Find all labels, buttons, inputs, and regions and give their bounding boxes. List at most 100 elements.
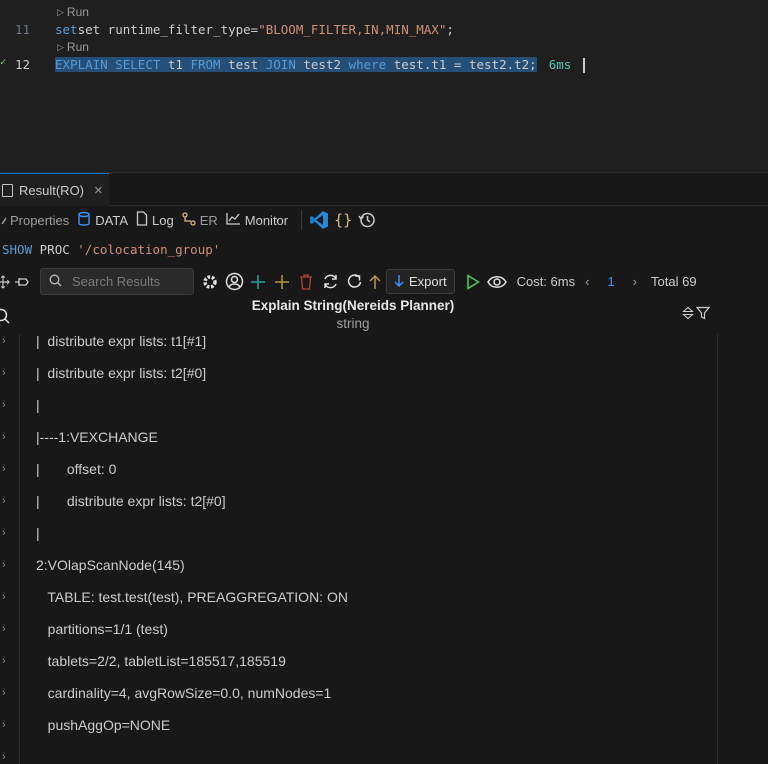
current-query-bar: SHOW PROC '/colocation_group' <box>0 234 768 264</box>
tab-monitor[interactable]: Monitor <box>226 212 288 228</box>
chevron-right-icon[interactable]: › <box>2 495 12 507</box>
chevron-right-icon[interactable]: › <box>2 719 12 731</box>
result-grid: › | distribute expr lists: t1[#1] › | dist… <box>0 333 768 764</box>
table-row[interactable]: › | distribute expr lists: t2[#0] <box>0 485 717 517</box>
code-keyword: SELECT <box>115 57 161 72</box>
table-cell[interactable]: | distribute expr lists: t2[#0] <box>36 365 206 381</box>
chevron-left-icon[interactable]: ‹ <box>585 274 589 289</box>
run-icon[interactable] <box>461 270 485 294</box>
table-row[interactable]: › 2:VOlapScanNode(145) <box>0 549 717 581</box>
chevron-right-icon[interactable]: › <box>2 431 12 443</box>
chevron-right-icon[interactable]: › <box>633 274 637 289</box>
chevron-right-icon[interactable]: › <box>2 463 12 475</box>
table-row[interactable]: › partitions=1/1 (test) <box>0 613 717 645</box>
upload-icon[interactable] <box>366 270 384 294</box>
chevron-right-icon[interactable]: › <box>2 367 12 379</box>
run-codelens-11[interactable]: ▷ Run <box>57 5 89 19</box>
result-panel: Result(RO) × Properties DATA Log ER Moni… <box>0 172 768 764</box>
refresh-icon[interactable] <box>318 270 342 294</box>
table-row[interactable]: › cardinality=4, avgRowSize=0.0, numNode… <box>0 677 717 709</box>
braces-icon[interactable]: {} <box>331 208 355 232</box>
code-keyword: where <box>348 57 387 72</box>
run-codelens-12[interactable]: ▷ Run <box>57 40 89 54</box>
eye-icon[interactable] <box>485 270 509 294</box>
chevron-right-icon[interactable]: › <box>2 623 12 635</box>
properties-icon <box>0 212 6 229</box>
filter-icon[interactable] <box>695 306 711 325</box>
query-cost: Cost: 6ms <box>516 274 576 289</box>
log-label: Log <box>152 212 174 228</box>
table-row[interactable]: › | <box>0 517 717 549</box>
table-cell[interactable]: 2:VOlapScanNode(145) <box>36 557 185 573</box>
code-text: test <box>220 57 266 72</box>
code-line-12[interactable]: EXPLAIN SELECT t1 FROM test JOIN test2 w… <box>55 57 586 73</box>
table-cell[interactable]: partitions=1/1 (test) <box>36 621 168 637</box>
close-icon[interactable]: × <box>94 182 103 199</box>
line-number: 12 <box>14 57 30 72</box>
column-title[interactable]: Explain String(Nereids Planner) <box>0 298 706 313</box>
table-row[interactable]: › | distribute expr lists: t2[#0] <box>0 357 717 389</box>
table-cell[interactable]: tablets=2/2, tabletList=185517,185519 <box>36 653 286 669</box>
query-keyword: PROC <box>39 241 70 257</box>
export-button[interactable]: Export <box>386 269 455 294</box>
code-keyword: FROM <box>190 57 221 72</box>
pin-icon[interactable] <box>10 270 34 294</box>
column-divider <box>717 334 718 764</box>
table-row[interactable]: › TABLE: test.test(test), PREAGGREGATION… <box>0 581 717 613</box>
chevron-right-icon[interactable]: › <box>2 655 12 667</box>
chevron-right-icon[interactable]: › <box>2 751 12 763</box>
table-cell[interactable]: | <box>36 397 40 413</box>
tab-er[interactable]: ER <box>182 211 218 229</box>
table-row[interactable]: › | distribute expr lists: t1[#1] <box>0 325 717 357</box>
move-icon[interactable] <box>0 270 10 294</box>
chevron-right-icon[interactable]: › <box>2 527 12 539</box>
divider <box>301 210 303 230</box>
code-string: "BLOOM_FILTER,IN,MIN_MAX" <box>258 22 447 37</box>
chevron-right-icon[interactable]: › <box>2 335 12 347</box>
reload-icon[interactable] <box>342 270 366 294</box>
table-row[interactable]: › pushAggOp=NONE <box>0 709 717 741</box>
table-cell[interactable]: | distribute expr lists: t2[#0] <box>36 493 226 509</box>
search-results-box[interactable] <box>40 268 194 295</box>
code-line-11[interactable]: setset runtime_filter_type="BLOOM_FILTER… <box>55 22 454 37</box>
chevron-right-icon[interactable]: › <box>2 687 12 699</box>
table-row[interactable]: › tablets=2/2, tabletList=185517,185519 <box>0 645 717 677</box>
tab-properties[interactable]: Properties <box>0 212 69 229</box>
set-keyword: set <box>55 22 78 37</box>
table-cell[interactable]: cardinality=4, avgRowSize=0.0, numNodes=… <box>36 685 332 701</box>
table-cell[interactable]: pushAggOp=NONE <box>36 717 171 733</box>
search-input[interactable] <box>72 274 182 289</box>
sort-icon[interactable] <box>682 306 694 325</box>
chevron-right-icon[interactable]: › <box>2 559 12 571</box>
table-cell[interactable]: TABLE: test.test(test), PREAGGREGATION: … <box>36 589 348 605</box>
user-icon[interactable] <box>222 270 246 294</box>
table-row[interactable]: › |----1:VEXCHANGE <box>0 421 717 453</box>
code-editor[interactable]: ▷ Run 11 setset runtime_filter_type="BLO… <box>0 0 768 172</box>
vscode-icon[interactable] <box>307 208 331 232</box>
tab-result[interactable]: Result(RO) × <box>0 173 109 206</box>
table-row[interactable]: › | <box>0 389 717 421</box>
add-row-icon[interactable] <box>270 270 294 294</box>
line-number: 11 <box>14 22 30 37</box>
code-text: ; <box>446 22 454 37</box>
chevron-right-icon[interactable]: › <box>2 591 12 603</box>
table-row[interactable]: › | offset: 0 <box>0 453 717 485</box>
add-icon[interactable] <box>246 270 270 294</box>
table-cell[interactable]: | <box>36 525 40 541</box>
chevron-right-icon[interactable]: › <box>2 399 12 411</box>
download-icon <box>394 274 404 290</box>
table-cell[interactable]: | offset: 0 <box>36 461 116 477</box>
table-cell[interactable]: | distribute expr lists: t1[#1] <box>36 333 206 349</box>
history-icon[interactable] <box>355 208 379 232</box>
table-row[interactable]: › <box>0 741 717 764</box>
tab-data[interactable]: DATA <box>77 211 128 230</box>
er-label: ER <box>199 212 218 228</box>
gear-icon[interactable] <box>198 270 222 294</box>
table-cell[interactable]: |----1:VEXCHANGE <box>36 429 158 445</box>
tab-log[interactable]: Log <box>136 211 174 229</box>
file-icon <box>2 183 13 197</box>
delete-icon[interactable] <box>294 270 318 294</box>
code-keyword: JOIN <box>265 57 296 72</box>
export-label: Export <box>409 274 447 289</box>
page-number[interactable]: 1 <box>607 274 614 289</box>
